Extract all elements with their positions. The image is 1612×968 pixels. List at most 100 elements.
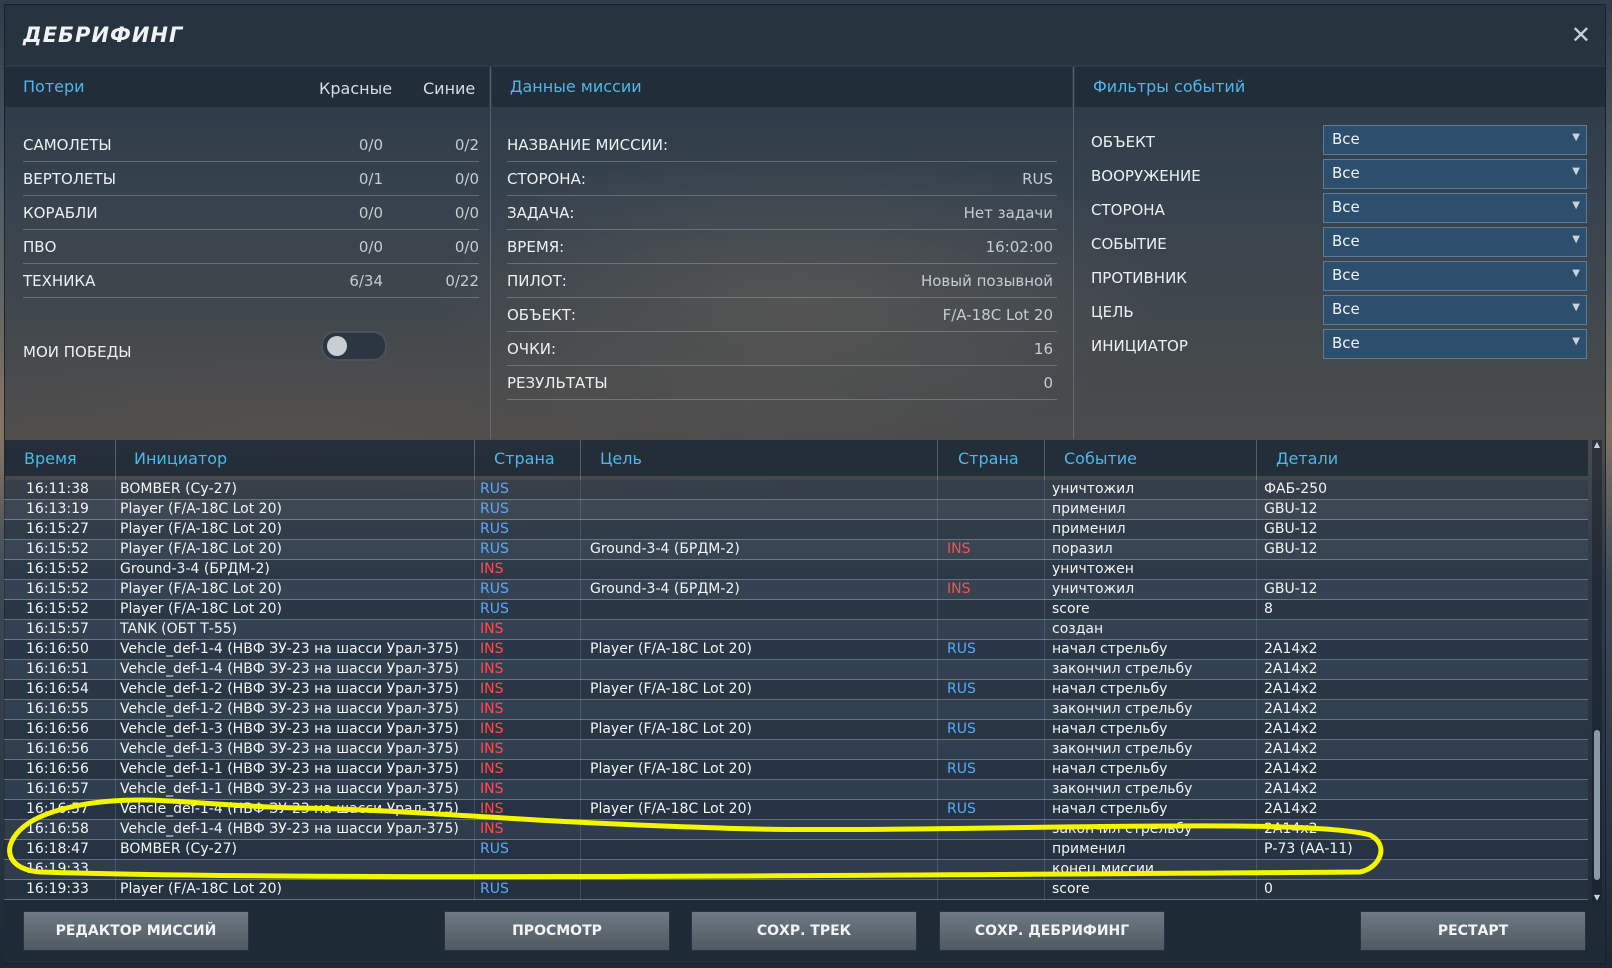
col-country-2[interactable]: Страна: [958, 449, 1019, 468]
cell-country: RUS: [480, 881, 509, 897]
cell-country: INS: [947, 541, 971, 557]
filter-label: СТОРОНА: [1091, 201, 1165, 219]
cell-country: INS: [480, 741, 504, 757]
table-row[interactable]: 16:18:47 BOMBER (Су-27) RUS применил Р-73 (А…: [4, 840, 1588, 860]
cell-event: score: [1052, 601, 1090, 617]
table-row[interactable]: 16:16:57 Vehcle_def-1-4 (НВФ ЗУ-23 на шас…: [4, 800, 1588, 820]
table-row[interactable]: 16:16:51 Vehcle_def-1-4 (НВФ ЗУ-23 на шас…: [4, 660, 1588, 680]
table-row[interactable]: 16:16:50 Vehcle_def-1-4 (НВФ ЗУ-23 на шас…: [4, 640, 1588, 660]
table-row[interactable]: 16:16:56 Vehcle_def-1-3 (НВФ ЗУ-23 на шас…: [4, 720, 1588, 740]
cell-details: 2A14x2: [1264, 741, 1318, 757]
cell-event: уничтожен: [1052, 561, 1134, 577]
cell-time: 16:15:52: [26, 561, 89, 577]
cell-country: INS: [480, 761, 504, 777]
table-row[interactable]: 16:15:52 Player (F/A-18C Lot 20) RUS Ground…: [4, 580, 1588, 600]
cell-initiator: BOMBER (Су-27): [120, 841, 237, 857]
events-scrollbar[interactable]: ▲ ▼: [1592, 440, 1602, 902]
cell-initiator: Ground-3-4 (БРДМ-2): [120, 561, 270, 577]
filter-initiator-select[interactable]: Все ▼: [1323, 329, 1587, 359]
table-row[interactable]: 16:16:56 Vehcle_def-1-3 (НВФ ЗУ-23 на шас…: [4, 740, 1588, 760]
cell-details: GBU-12: [1264, 501, 1318, 517]
select-value: Все: [1332, 266, 1360, 284]
losses-blue: 0/22: [445, 272, 479, 290]
save-debriefing-button[interactable]: СОХР. ДЕБРИФИНГ: [939, 911, 1165, 951]
mission-label: ВРЕМЯ:: [507, 238, 565, 256]
cell-event: score: [1052, 881, 1090, 897]
cell-country: RUS: [480, 601, 509, 617]
losses-blue: 0/0: [454, 170, 479, 188]
col-details[interactable]: Детали: [1276, 449, 1338, 468]
cell-initiator: Vehcle_def-1-4 (НВФ ЗУ-23 на шасси Урал-…: [120, 661, 459, 677]
cell-initiator: Vehcle_def-1-1 (НВФ ЗУ-23 на шасси Урал-…: [120, 781, 459, 797]
mission-row: РЕЗУЛЬТАТЫ 0: [507, 365, 1057, 400]
losses-red: 0/0: [358, 238, 383, 256]
table-row[interactable]: 16:15:52 Ground-3-4 (БРДМ-2) INS уничтожен: [4, 560, 1588, 580]
table-row[interactable]: 16:15:52 Player (F/A-18C Lot 20) RUS score 8: [4, 600, 1588, 620]
table-row[interactable]: 16:15:27 Player (F/A-18C Lot 20) RUS примен…: [4, 520, 1588, 540]
table-row[interactable]: 16:13:19 Player (F/A-18C Lot 20) RUS примен…: [4, 500, 1588, 520]
table-row[interactable]: 16:16:58 Vehcle_def-1-4 (НВФ ЗУ-23 на шас…: [4, 820, 1588, 840]
cell-country: RUS: [947, 721, 976, 737]
table-row[interactable]: 16:16:55 Vehcle_def-1-2 (НВФ ЗУ-23 на шас…: [4, 700, 1588, 720]
cell-time: 16:16:57: [26, 801, 89, 817]
table-row[interactable]: 16:16:57 Vehcle_def-1-1 (НВФ ЗУ-23 на шас…: [4, 780, 1588, 800]
cell-initiator: Player (F/A-18C Lot 20): [120, 881, 282, 897]
scroll-thumb[interactable]: [1594, 730, 1600, 880]
table-row[interactable]: 16:19:33 конец миссии: [4, 860, 1588, 880]
losses-red: 0/0: [358, 204, 383, 222]
cell-time: 16:16:51: [26, 661, 89, 677]
cell-country: RUS: [480, 501, 509, 517]
select-value: Все: [1332, 130, 1360, 148]
scroll-up-icon[interactable]: ▲: [1592, 440, 1602, 449]
table-row[interactable]: 16:15:57 TANK (ОБТ Т-55) INS создан: [4, 620, 1588, 640]
losses-label: САМОЛЕТЫ: [23, 136, 112, 154]
cell-country: INS: [480, 721, 504, 737]
mission-value: RUS: [1022, 170, 1053, 188]
cell-details: GBU-12: [1264, 541, 1318, 557]
col-event[interactable]: Событие: [1064, 449, 1137, 468]
col-country-1[interactable]: Страна: [494, 449, 555, 468]
mission-editor-button[interactable]: РЕДАКТОР МИССИЙ: [23, 911, 249, 951]
cell-details: 2A14x2: [1264, 641, 1318, 657]
mission-row: ОБЪЕКТ: F/A-18C Lot 20: [507, 297, 1057, 332]
losses-red: 6/34: [349, 272, 383, 290]
divider-2: [1073, 67, 1074, 439]
col-target[interactable]: Цель: [600, 449, 642, 468]
cell-country: RUS: [480, 841, 509, 857]
table-row[interactable]: 16:11:38 BOMBER (Су-27) RUS уничтожил ФАБ-25…: [4, 480, 1588, 500]
cell-initiator: Player (F/A-18C Lot 20): [120, 521, 282, 537]
filter-weapon-select[interactable]: Все ▼: [1323, 159, 1587, 189]
cell-country: RUS: [480, 541, 509, 557]
cell-initiator: Vehcle_def-1-1 (НВФ ЗУ-23 на шасси Урал-…: [120, 761, 459, 777]
col-time[interactable]: Время: [24, 449, 77, 468]
mission-row: ОЧКИ: 16: [507, 331, 1057, 366]
close-icon[interactable]: ✕: [1571, 21, 1591, 49]
cell-time: 16:16:56: [26, 721, 89, 737]
cell-event: применил: [1052, 521, 1126, 537]
filter-enemy-select[interactable]: Все ▼: [1323, 261, 1587, 291]
table-row[interactable]: 16:19:33 Player (F/A-18C Lot 20) RUS score 0: [4, 880, 1588, 900]
table-row[interactable]: 16:16:56 Vehcle_def-1-1 (НВФ ЗУ-23 на шас…: [4, 760, 1588, 780]
cell-target: Player (F/A-18C Lot 20): [590, 721, 752, 737]
cell-country: RUS: [480, 521, 509, 537]
filter-object-select[interactable]: Все ▼: [1323, 125, 1587, 155]
cell-time: 16:15:52: [26, 601, 89, 617]
save-track-button[interactable]: СОХР. ТРЕК: [691, 911, 917, 951]
filter-event-select[interactable]: Все ▼: [1323, 227, 1587, 257]
mission-row: СТОРОНА: RUS: [507, 161, 1057, 196]
table-row[interactable]: 16:16:54 Vehcle_def-1-2 (НВФ ЗУ-23 на шас…: [4, 680, 1588, 700]
cell-time: 16:15:52: [26, 581, 89, 597]
col-initiator[interactable]: Инициатор: [134, 449, 227, 468]
view-button[interactable]: ПРОСМОТР: [444, 911, 670, 951]
table-row[interactable]: 16:15:52 Player (F/A-18C Lot 20) RUS Ground…: [4, 540, 1588, 560]
filter-side-select[interactable]: Все ▼: [1323, 193, 1587, 223]
my-wins-toggle[interactable]: [321, 331, 387, 361]
filter-target-select[interactable]: Все ▼: [1323, 295, 1587, 325]
cell-event: закончил стрельбу: [1052, 821, 1193, 837]
events-table-header: Время Инициатор Страна Цель Страна Событ…: [4, 440, 1588, 476]
cell-details: 2A14x2: [1264, 761, 1318, 777]
filter-label: ЦЕЛЬ: [1091, 303, 1134, 321]
cell-time: 16:11:38: [26, 481, 89, 497]
restart-button[interactable]: РЕСТАРТ: [1360, 911, 1586, 951]
mission-value: 0: [1043, 374, 1053, 392]
